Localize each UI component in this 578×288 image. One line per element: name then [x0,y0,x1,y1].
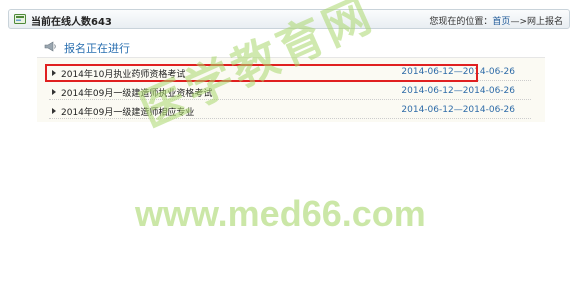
breadcrumb-home-link[interactable]: 首页 [492,17,510,27]
panel-title: 报名正在进行 [64,42,130,55]
list-item[interactable]: 2014年09月一级建造师相应专业 2014-06-12—2014-06-26 [49,104,531,119]
watermark-url: www.med66.com [135,193,426,234]
online-users-icon [14,14,26,24]
online-count-label: 当前在线人数643 [31,17,112,28]
list-item[interactable]: 2014年09月一级建造师执业资格考试 2014-06-12—2014-06-2… [49,85,531,100]
exam-date-range: 2014-06-12—2014-06-26 [401,86,515,96]
exam-date-range: 2014-06-12—2014-06-26 [401,105,515,115]
breadcrumb-prefix: 您现在的位置： [429,17,493,27]
megaphone-icon [44,41,56,52]
bullet-arrow-icon [52,108,56,114]
exam-date-range: 2014-06-12—2014-06-26 [401,67,515,77]
page: 当前在线人数643 您现在的位置：首页—>网上报名 报名正在进行 2014年10… [0,0,578,288]
breadcrumb-current: 网上报名 [526,17,563,27]
breadcrumb: 您现在的位置：首页—>网上报名 [429,14,563,27]
bullet-arrow-icon [52,89,56,95]
breadcrumb-separator: —> [510,17,527,27]
bullet-arrow-icon [52,70,56,76]
